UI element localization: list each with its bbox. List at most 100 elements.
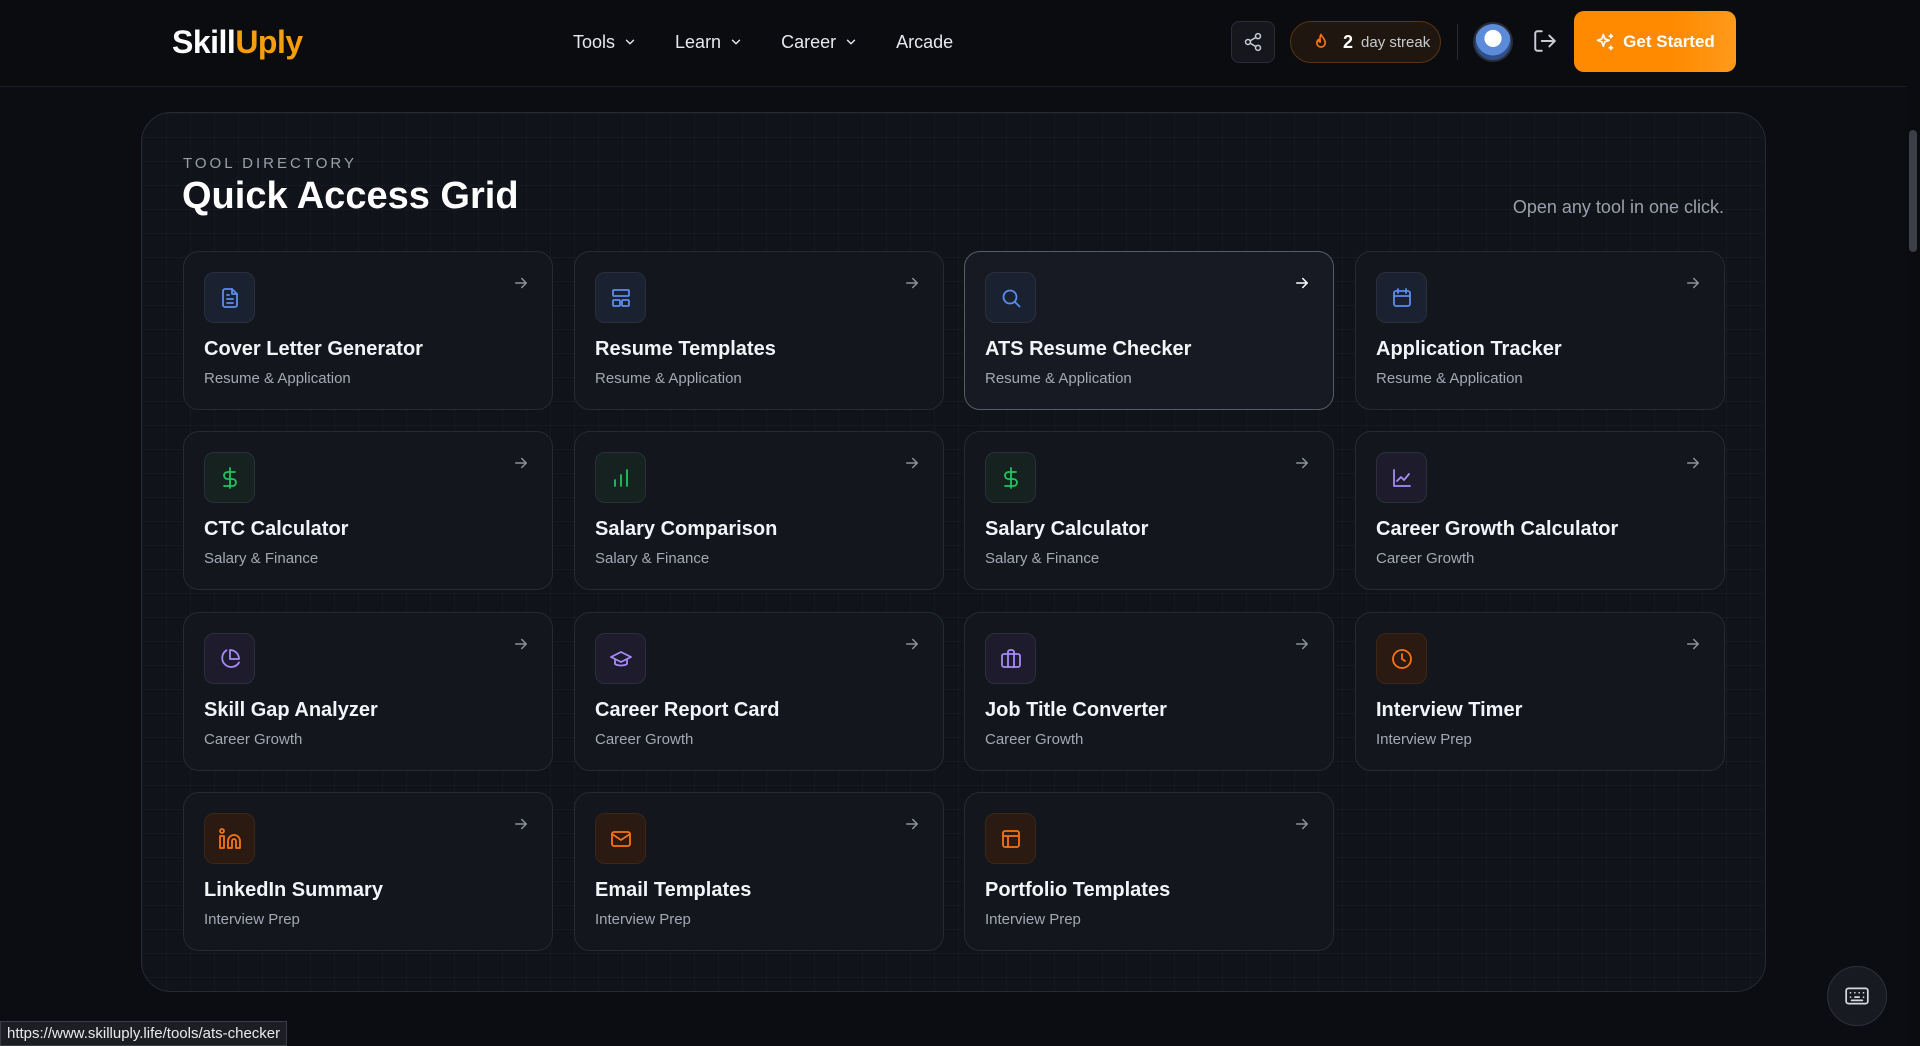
nav-tools[interactable]: Tools [573, 29, 637, 55]
mail-icon [610, 830, 631, 847]
nav-arcade-label: Arcade [896, 31, 954, 52]
sparkles-icon [1596, 33, 1614, 50]
tool-icon-box [204, 452, 255, 503]
tool-category: Interview Prep [1376, 731, 1472, 748]
search-icon [1002, 289, 1020, 307]
tool-name: ATS Resume Checker [985, 338, 1192, 360]
tool-card[interactable]: CTC Calculator Salary & Finance [183, 431, 553, 590]
main-nav: Tools Learn Career Arcade [573, 29, 991, 55]
tool-name: Interview Timer [1376, 699, 1523, 721]
tool-category: Resume & Application [1376, 370, 1523, 387]
arrow-right-icon [1296, 818, 1308, 830]
tool-category: Career Growth [1376, 550, 1475, 567]
arrow-right-icon [1296, 277, 1308, 289]
tool-name: Skill Gap Analyzer [204, 699, 378, 721]
tool-name: Career Growth Calculator [1376, 518, 1619, 540]
dollar-icon [1003, 466, 1018, 489]
calendar-icon [1392, 287, 1411, 307]
share-button[interactable] [1231, 21, 1275, 63]
tool-category: Interview Prep [985, 911, 1081, 928]
tool-card[interactable]: Email Templates Interview Prep [574, 792, 944, 951]
tool-icon-box [985, 813, 1036, 864]
tool-name: Email Templates [595, 879, 752, 901]
tool-icon-box [595, 813, 646, 864]
logout-button[interactable] [1532, 28, 1558, 54]
arrow-right-icon [1296, 638, 1308, 650]
page-title: Quick Access Grid [182, 175, 519, 217]
tool-card[interactable]: Portfolio Templates Interview Prep [964, 792, 1334, 951]
tool-name: CTC Calculator [204, 518, 349, 540]
tool-icon-box [595, 633, 646, 684]
brand-logo-part2: Uply [235, 24, 303, 60]
tool-card[interactable]: Cover Letter Generator Resume & Applicati… [183, 251, 553, 410]
tool-card[interactable]: Application Tracker Resume & Application [1355, 251, 1725, 410]
tool-card[interactable]: Salary Comparison Salary & Finance [574, 431, 944, 590]
tool-icon-box [1376, 452, 1427, 503]
tool-name: Salary Comparison [595, 518, 778, 540]
get-started-label: Get Started [1623, 31, 1715, 51]
tool-category: Salary & Finance [595, 550, 710, 567]
tool-category: Resume & Application [204, 370, 351, 387]
tool-card[interactable]: LinkedIn Summary Interview Prep [183, 792, 553, 951]
tool-card[interactable]: Skill Gap Analyzer Career Growth [183, 612, 553, 771]
nav-divider [1457, 24, 1458, 60]
section-subtitle: Open any tool in one click. [1512, 197, 1724, 217]
chevron-down-icon [625, 39, 635, 45]
page-scrollbar-thumb[interactable] [1909, 130, 1917, 252]
tool-icon-box [985, 272, 1036, 323]
arrow-right-icon [515, 277, 527, 289]
tool-icon-box [1376, 633, 1427, 684]
tool-card[interactable]: Interview Timer Interview Prep [1355, 612, 1725, 771]
tool-icon-box [204, 272, 255, 323]
flame-icon [1316, 33, 1326, 48]
arrow-right-icon [1687, 638, 1699, 650]
tool-icon-box [204, 813, 255, 864]
keyboard-shortcuts-button[interactable] [1827, 966, 1887, 1026]
tool-icon-box [204, 633, 255, 684]
tool-name: Resume Templates [595, 338, 776, 360]
brand-logo-part1: Skill [172, 24, 236, 60]
tool-name: Job Title Converter [985, 699, 1167, 721]
tool-card[interactable]: Career Report Card Career Growth [574, 612, 944, 771]
tool-name: Cover Letter Generator [204, 338, 423, 360]
tool-card[interactable]: ATS Resume Checker Resume & Application [964, 251, 1334, 410]
nav-learn[interactable]: Learn [675, 29, 743, 55]
arrow-right-icon [515, 818, 527, 830]
tool-card[interactable]: Job Title Converter Career Growth [964, 612, 1334, 771]
linkedin-icon [218, 827, 241, 849]
tool-icon-box [595, 452, 646, 503]
chevron-down-icon [731, 39, 741, 45]
tool-category: Career Growth [204, 731, 303, 748]
arrow-right-icon [1687, 277, 1699, 289]
arrow-right-icon [515, 457, 527, 469]
tool-category: Career Growth [985, 731, 1084, 748]
share-icon [1244, 32, 1262, 52]
tool-name: LinkedIn Summary [204, 879, 383, 901]
brand-logo[interactable]: SkillUply [172, 24, 303, 61]
section-eyebrow: TOOL DIRECTORY [183, 155, 357, 172]
tool-name: Salary Calculator [985, 518, 1149, 540]
tool-category: Career Growth [595, 731, 694, 748]
tool-name: Portfolio Templates [985, 879, 1171, 901]
chevron-down-icon [846, 39, 856, 45]
tool-icon-box [985, 633, 1036, 684]
tool-category: Salary & Finance [204, 550, 319, 567]
streak-badge[interactable]: 2 day streak [1290, 21, 1441, 63]
nav-career[interactable]: Career [781, 29, 858, 55]
link-preview-status: https://www.skilluply.life/tools/ats-che… [0, 1021, 288, 1046]
tool-card[interactable]: Career Growth Calculator Career Growth [1355, 431, 1725, 590]
user-avatar[interactable] [1473, 22, 1513, 62]
arrow-right-icon [1687, 457, 1699, 469]
streak-count: 2 [1343, 31, 1354, 52]
tool-card[interactable]: Salary Calculator Salary & Finance [964, 431, 1334, 590]
get-started-button[interactable]: Get Started [1574, 11, 1736, 72]
arrow-right-icon [906, 457, 918, 469]
layout-panel-icon [1001, 829, 1020, 848]
tool-category: Interview Prep [204, 911, 300, 928]
layout-icon [611, 288, 630, 307]
nav-arcade[interactable]: Arcade [896, 29, 953, 55]
tool-card[interactable]: Resume Templates Resume & Application [574, 251, 944, 410]
streak-label: day streak [1361, 33, 1431, 51]
arrow-right-icon [515, 638, 527, 650]
nav-tools-label: Tools [573, 31, 616, 52]
